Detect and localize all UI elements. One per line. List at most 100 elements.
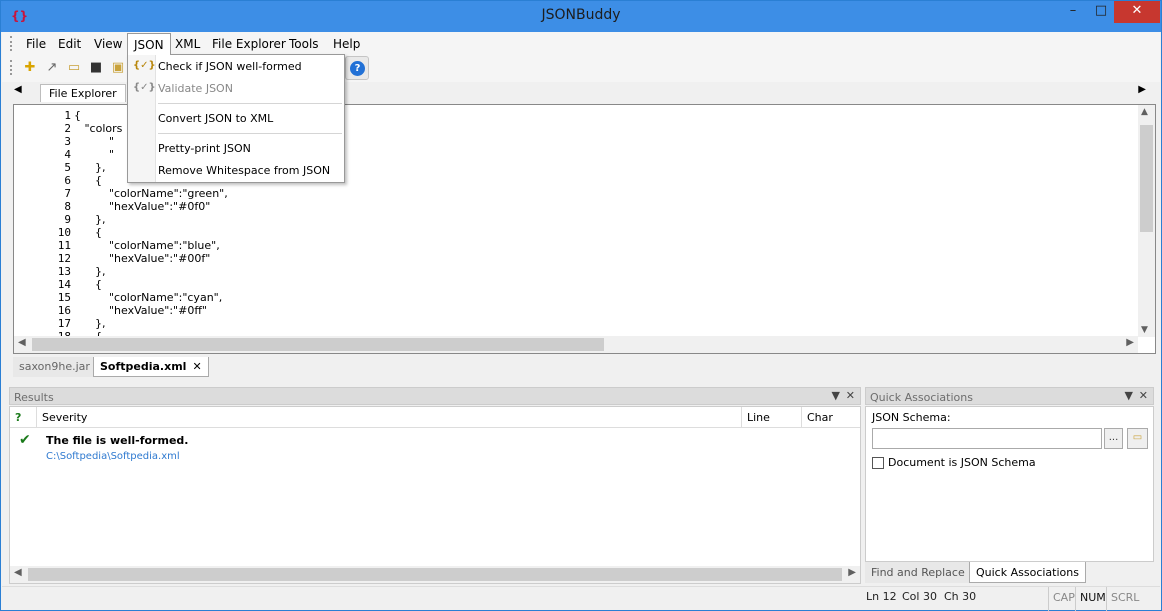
menu-check-well-formed[interactable]: Check if JSON well-formed <box>158 57 302 77</box>
toolbar-grip[interactable] <box>10 60 13 75</box>
line-number: 2 <box>64 122 71 135</box>
menu-tools[interactable]: Tools <box>283 35 325 53</box>
status-column: Col 30 <box>902 590 937 603</box>
scroll-down-icon[interactable]: ▼ <box>1141 325 1148 335</box>
title-bar: {} JSONBuddy – □ ✕ <box>1 1 1161 32</box>
tab-find-replace[interactable]: Find and Replace <box>865 562 971 583</box>
save-all-icon[interactable]: ▣ <box>110 60 126 76</box>
json-schema-checkbox[interactable] <box>872 457 884 469</box>
scroll-left-icon[interactable]: ◀ <box>18 337 26 348</box>
minimize-button[interactable]: – <box>1059 1 1087 23</box>
status-bar: Ln 12 Col 30 Ch 30 CAP NUM SCRL <box>2 586 1160 611</box>
code-line[interactable]: }, <box>74 317 228 330</box>
scroll-thumb[interactable] <box>28 568 842 581</box>
results-panel: ? Severity Line Char ✔ The file is well-… <box>9 406 861 584</box>
status-line: Ln 12 <box>866 590 897 603</box>
menu-help[interactable]: Help <box>327 35 366 53</box>
json-schema-input[interactable] <box>872 428 1102 449</box>
editor-vertical-scrollbar[interactable]: ▲ ▼ <box>1138 105 1155 337</box>
scroll-right-icon[interactable]: ▶ <box>848 567 856 578</box>
tab-softpedia-xml[interactable]: Softpedia.xml ✕ <box>93 357 209 377</box>
results-col-char[interactable]: Char <box>802 407 860 428</box>
tab-scroll-left-icon[interactable]: ◀ <box>14 84 22 95</box>
menu-separator <box>158 103 342 104</box>
menu-remove-whitespace[interactable]: Remove Whitespace from JSON <box>158 161 330 181</box>
menu-xml[interactable]: XML <box>169 35 206 53</box>
results-horizontal-scrollbar[interactable]: ◀ ▶ <box>10 566 860 583</box>
menu-view[interactable]: View <box>88 35 128 53</box>
validate-json-icon: {✓} <box>133 82 156 93</box>
line-number: 10 <box>57 226 71 239</box>
menu-file-explorer[interactable]: File Explorer <box>206 35 292 53</box>
results-panel-title: Results ▼ ✕ <box>9 387 861 405</box>
line-number: 7 <box>64 187 71 200</box>
code-line[interactable]: "colorName":"blue", <box>74 239 228 252</box>
open-folder-icon[interactable]: ▭ <box>66 60 82 76</box>
line-number: 16 <box>57 304 71 317</box>
open-schema-icon[interactable]: ▭ <box>1127 428 1148 449</box>
line-number: 1 <box>64 109 71 122</box>
code-line[interactable]: }, <box>74 265 228 278</box>
code-line[interactable]: "colorName":"cyan", <box>74 291 228 304</box>
check-json-icon: {✓} <box>133 60 156 71</box>
browse-button[interactable]: ... <box>1104 428 1123 449</box>
code-line[interactable]: "colorName":"green", <box>74 187 228 200</box>
result-file-link[interactable]: C:\Softpedia\Softpedia.xml <box>46 451 180 462</box>
close-button[interactable]: ✕ <box>1114 1 1160 23</box>
menu-pretty-print[interactable]: Pretty-print JSON <box>158 139 251 159</box>
code-line[interactable]: "hexValue":"#0ff" <box>74 304 228 317</box>
results-title: Results <box>14 391 54 404</box>
menu-file[interactable]: File <box>20 35 52 53</box>
save-icon[interactable]: ■ <box>88 60 104 76</box>
results-col-status[interactable]: ? <box>10 407 37 428</box>
help-icon: ? <box>350 61 365 76</box>
menu-convert-json-xml[interactable]: Convert JSON to XML <box>158 109 273 129</box>
file-tab-strip: saxon9he.jar Softpedia.xml ✕ <box>13 357 1156 378</box>
panel-close-icon[interactable]: ✕ <box>1139 389 1148 402</box>
result-message[interactable]: The file is well-formed. <box>46 434 188 447</box>
quick-associations-title: Quick Associations <box>870 391 973 404</box>
panel-menu-icon[interactable]: ▼ <box>832 389 840 402</box>
scroll-up-icon[interactable]: ▲ <box>1141 107 1148 117</box>
quick-associations-tabs: Find and Replace Quick Associations <box>865 562 1154 583</box>
scroll-right-icon[interactable]: ▶ <box>1126 337 1134 348</box>
status-num-lock: NUM <box>1075 587 1110 611</box>
line-number: 13 <box>57 265 71 278</box>
panel-menu-icon[interactable]: ▼ <box>1125 389 1133 402</box>
maximize-button[interactable]: □ <box>1087 1 1115 23</box>
editor-horizontal-scrollbar[interactable]: ◀ ▶ <box>14 336 1138 353</box>
status-scroll-lock: SCRL <box>1106 587 1143 611</box>
open-icon[interactable]: ↗ <box>44 60 60 76</box>
tab-saxon[interactable]: saxon9he.jar <box>13 357 96 377</box>
results-col-severity[interactable]: Severity <box>37 407 742 428</box>
code-line[interactable]: "hexValue":"#00f" <box>74 252 228 265</box>
line-number-gutter: 123456789101112131415161718 <box>14 109 71 343</box>
menu-edit[interactable]: Edit <box>52 35 87 53</box>
scroll-thumb[interactable] <box>1140 125 1153 232</box>
line-number: 11 <box>57 239 71 252</box>
scroll-thumb[interactable] <box>32 338 604 351</box>
code-line[interactable]: }, <box>74 213 228 226</box>
line-number: 5 <box>64 161 71 174</box>
tab-quick-associations[interactable]: Quick Associations <box>969 562 1086 583</box>
line-number: 15 <box>57 291 71 304</box>
menu-json[interactable]: JSON <box>127 33 171 55</box>
new-file-icon[interactable]: ✚ <box>22 60 38 76</box>
code-line[interactable]: { <box>74 278 228 291</box>
json-menu-dropdown: {✓} Check if JSON well-formed {✓} Valida… <box>127 54 345 183</box>
help-button[interactable]: ? <box>345 56 369 80</box>
code-line[interactable]: { <box>74 226 228 239</box>
results-col-line[interactable]: Line <box>742 407 802 428</box>
line-number: 4 <box>64 148 71 161</box>
scroll-left-icon[interactable]: ◀ <box>14 567 22 578</box>
line-number: 9 <box>64 213 71 226</box>
code-line[interactable]: "hexValue":"#0f0" <box>74 200 228 213</box>
menubar-grip[interactable] <box>10 36 13 51</box>
panel-close-icon[interactable]: ✕ <box>846 389 855 402</box>
tab-file-explorer[interactable]: File Explorer <box>40 84 126 102</box>
json-schema-checkbox-label: Document is JSON Schema <box>888 456 1036 469</box>
line-number: 17 <box>57 317 71 330</box>
status-char: Ch 30 <box>944 590 977 603</box>
close-tab-icon[interactable]: ✕ <box>192 360 201 373</box>
tab-scroll-right-icon[interactable]: ▶ <box>1138 84 1146 95</box>
